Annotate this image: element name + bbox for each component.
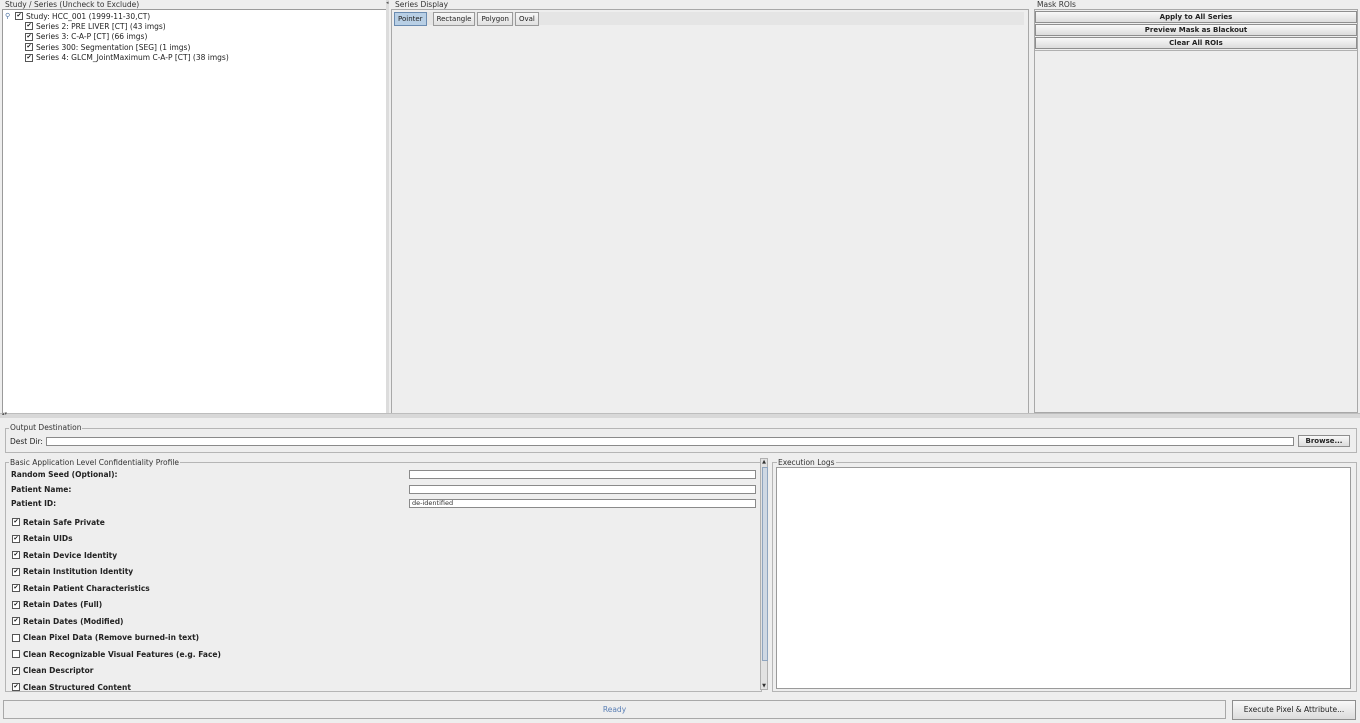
tree-panel-title: Study / Series (Uncheck to Exclude) — [5, 0, 140, 9]
profile-option[interactable]: ✔ Retain Device Identity — [12, 547, 221, 564]
profile-field-input[interactable]: de-identified — [409, 499, 756, 508]
profile-field-row: Patient ID: de-identified — [11, 498, 756, 513]
scroll-up-icon[interactable]: ▲ — [761, 459, 767, 465]
profile-option[interactable]: Clean Pixel Data (Remove burned-in text) — [12, 630, 221, 647]
series-list: ✔ Series 2: PRE LIVER [CT] (43 imgs) ✔ Seri… — [25, 21, 229, 63]
profile-option[interactable]: ✔ Retain Dates (Full) — [12, 597, 221, 614]
mask-button-group: Apply to All Series Preview Mask as Black… — [1035, 10, 1357, 50]
option-checkbox[interactable]: ✔ — [12, 617, 20, 626]
series-checkbox[interactable]: ✔ — [25, 43, 33, 52]
profile-option[interactable]: ✔ Retain Patient Characteristics — [12, 580, 221, 597]
mask-panel-title: Mask ROIs — [1037, 0, 1076, 9]
tool-polygon-button[interactable]: Polygon — [477, 12, 513, 26]
status-text: Ready — [602, 705, 627, 714]
option-label: Retain Institution Identity — [23, 567, 134, 577]
option-checkbox[interactable] — [12, 650, 20, 659]
scroll-down-icon[interactable]: ▼ — [761, 683, 767, 689]
series-label: Series 300: Segmentation [SEG] (1 imgs) — [36, 42, 191, 52]
output-title: Output Destination — [9, 423, 83, 432]
series-checkbox[interactable]: ✔ — [25, 22, 33, 31]
series-checkbox[interactable]: ✔ — [25, 32, 33, 41]
profile-field-label: Patient ID: — [11, 499, 57, 508]
profile-option[interactable]: ✔ Retain Institution Identity — [12, 564, 221, 581]
option-checkbox[interactable]: ✔ — [12, 584, 20, 593]
option-label: Retain Dates (Full) — [23, 600, 103, 610]
option-label: Clean Recognizable Visual Features (e.g.… — [23, 649, 221, 659]
preview-mask-as-blackout-button[interactable]: Preview Mask as Blackout — [1035, 24, 1357, 36]
option-label: Clean Pixel Data (Remove burned-in text) — [23, 633, 200, 643]
option-checkbox[interactable]: ✔ — [12, 683, 20, 692]
profile-title: Basic Application Level Confidentiality … — [9, 458, 181, 467]
series-node[interactable]: ✔ Series 2: PRE LIVER [CT] (43 imgs) — [25, 21, 229, 32]
option-label: Retain Dates (Modified) — [23, 616, 124, 626]
series-tree[interactable]: ⚲ ✔ Study: HCC_001 (1999-11-30,CT) ✔ Seri… — [2, 9, 387, 414]
study-checkbox[interactable]: ✔ — [15, 12, 23, 21]
profile-field-input[interactable] — [409, 484, 756, 494]
status-bar: Ready — [3, 700, 1226, 719]
series-label: Series 2: PRE LIVER [CT] (43 imgs) — [36, 21, 166, 31]
option-checkbox[interactable]: ✔ — [12, 600, 20, 609]
profile-fields: Random Seed (Optional): Patient Name: Pa… — [11, 469, 756, 513]
option-checkbox[interactable]: ✔ — [12, 551, 20, 560]
option-label: Retain Device Identity — [23, 550, 118, 560]
profile-field-row: Random Seed (Optional): — [11, 469, 756, 484]
mask-panel: Apply to All Series Preview Mask as Black… — [1034, 9, 1358, 413]
dest-dir-input[interactable] — [46, 437, 1294, 446]
browse-button[interactable]: Browse... — [1298, 435, 1350, 447]
mask-roi-list — [1035, 50, 1357, 412]
series-label: Series 3: C-A-P [CT] (66 imgs) — [36, 32, 148, 42]
logs-title: Execution Logs — [777, 458, 836, 467]
profile-options: ✔ Retain Safe Private ✔ Retain UIDs ✔ Retain … — [12, 514, 221, 696]
study-label: Study: HCC_001 (1999-11-30,CT) — [26, 11, 151, 21]
option-checkbox[interactable]: ✔ — [12, 534, 20, 543]
option-label: Clean Descriptor — [23, 666, 94, 676]
study-node[interactable]: ⚲ ✔ Study: HCC_001 (1999-11-30,CT) — [5, 11, 150, 22]
profile-field-row: Patient Name: — [11, 484, 756, 499]
profile-option[interactable]: ✔ Retain UIDs — [12, 531, 221, 548]
profile-field-input[interactable] — [409, 470, 756, 479]
profile-option[interactable]: Clean Recognizable Visual Features (e.g.… — [12, 646, 221, 663]
tree-expand-icon[interactable]: ⚲ — [5, 12, 15, 20]
option-checkbox[interactable]: ✔ — [12, 518, 20, 527]
tool-pointer-button[interactable]: Pointer — [394, 12, 427, 26]
dest-dir-label: Dest Dir: — [10, 437, 43, 446]
clear-all-rois-button[interactable]: Clear All ROIs — [1035, 37, 1357, 49]
profile-option[interactable]: ✔ Retain Safe Private — [12, 514, 221, 531]
series-node[interactable]: ✔ Series 300: Segmentation [SEG] (1 imgs) — [25, 42, 229, 53]
series-label: Series 4: GLCM_JointMaximum C-A-P [CT] (… — [36, 53, 229, 63]
option-label: Retain Safe Private — [23, 517, 105, 527]
option-label: Retain Patient Characteristics — [23, 583, 150, 593]
profile-option[interactable]: ✔ Clean Descriptor — [12, 663, 221, 680]
option-checkbox[interactable]: ✔ — [12, 567, 20, 576]
tool-oval-button[interactable]: Oval — [514, 12, 539, 26]
profile-option[interactable]: ✔ Retain Dates (Modified) — [12, 613, 221, 630]
profile-field-label: Patient Name: — [11, 484, 72, 494]
roi-toolbar: Pointer Rectangle Polygon Oval — [394, 12, 1024, 26]
series-display[interactable]: Pointer Rectangle Polygon Oval — [391, 9, 1029, 414]
series-node[interactable]: ✔ Series 4: GLCM_JointMaximum C-A-P [CT] … — [25, 53, 229, 64]
option-label: Clean Structured Content — [23, 682, 131, 692]
execution-log-area[interactable] — [776, 467, 1351, 689]
scrollbar-thumb[interactable] — [762, 467, 768, 661]
tool-rectangle-button[interactable]: Rectangle — [432, 12, 476, 26]
display-panel-title: Series Display — [395, 0, 449, 9]
option-checkbox[interactable] — [12, 633, 20, 642]
execute-button[interactable]: Execute Pixel & Attribute... — [1232, 700, 1356, 720]
splitter-horizontal[interactable]: ▴▾ — [0, 411, 1360, 418]
profile-option[interactable]: ✔ Clean Structured Content — [12, 679, 221, 696]
profile-field-label: Random Seed (Optional): — [11, 470, 118, 479]
splitter-vertical[interactable]: ◂ — [386, 0, 389, 414]
series-node[interactable]: ✔ Series 3: C-A-P [CT] (66 imgs) — [25, 32, 229, 43]
option-label: Retain UIDs — [23, 534, 73, 544]
option-checkbox[interactable]: ✔ — [12, 666, 20, 675]
apply-to-all-series-button[interactable]: Apply to All Series — [1035, 11, 1357, 23]
series-checkbox[interactable]: ✔ — [25, 53, 33, 62]
profile-scrollbar[interactable]: ▲ ▼ — [760, 458, 768, 690]
